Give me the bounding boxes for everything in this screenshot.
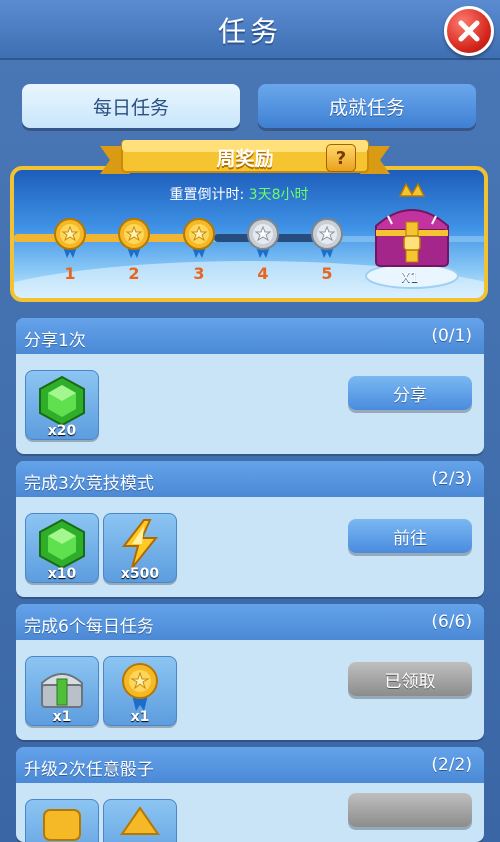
task-card: 升级2次任意骰子 (2/2)	[16, 747, 484, 842]
milestone-5[interactable]: 5	[310, 218, 344, 283]
milestone-2[interactable]: 2	[117, 218, 151, 283]
task-name: 分享1次	[24, 331, 86, 351]
task-name: 完成3次竞技模式	[24, 474, 154, 494]
task-card: 分享1次 (0/1) x20 分享	[16, 318, 484, 454]
milestone-label: 5	[321, 264, 333, 283]
task-name: 完成6个每日任务	[24, 617, 154, 637]
task-progress: (2/3)	[431, 469, 472, 489]
milestone-3[interactable]: 3	[182, 218, 216, 283]
task-body	[16, 783, 484, 842]
share-button[interactable]: 分享	[348, 376, 472, 410]
tab-daily-tasks[interactable]: 每日任务	[22, 84, 240, 128]
task-action-button[interactable]	[348, 793, 472, 827]
task-body: x1 x1 已领取	[16, 640, 484, 740]
reward-item: x500	[103, 513, 177, 583]
task-progress: (2/2)	[431, 755, 472, 775]
reward-item	[103, 799, 177, 842]
milestone-label: 1	[64, 264, 76, 283]
tab-bar: 每日任务 成就任务	[22, 84, 478, 130]
task-panel: 任务 每日任务 成就任务 周奖励 ? 重置倒计时: 3天8小时 1 2 3 4 …	[0, 0, 500, 842]
reward-item	[25, 799, 99, 842]
reward-quantity: x1	[130, 709, 150, 725]
panel-title: 任务	[217, 15, 282, 48]
weekly-reward-banner: 周奖励 ?	[100, 140, 390, 184]
tab-achievement-tasks[interactable]: 成就任务	[258, 84, 476, 128]
green-gem-icon	[39, 518, 85, 570]
task-progress: (0/1)	[431, 326, 472, 346]
silver-chest-icon	[41, 673, 83, 708]
reward-quantity: x1	[52, 709, 72, 725]
countdown-value: 3天8小时	[248, 187, 309, 203]
reward-quantity: x500	[120, 566, 160, 582]
reward-quantity: x20	[47, 423, 77, 439]
task-name: 升级2次任意骰子	[24, 760, 154, 780]
title-bar: 任务	[0, 0, 500, 60]
lightning-icon	[121, 519, 159, 569]
reward-quantity: x10	[47, 566, 77, 582]
task-card: 完成6个每日任务 (6/6) x1 x1 已领取	[16, 604, 484, 740]
go-button[interactable]: 前往	[348, 519, 472, 553]
gold-item-icon	[43, 809, 81, 841]
task-body: x20 分享	[16, 354, 484, 454]
gold-item-icon	[120, 806, 160, 835]
gold-medal-icon	[54, 218, 86, 258]
silver-medal-icon	[311, 218, 343, 258]
reward-item: x1	[25, 656, 99, 726]
help-button[interactable]: ?	[326, 144, 356, 172]
green-gem-icon	[39, 375, 85, 427]
close-icon	[458, 20, 480, 42]
milestone-4[interactable]: 4	[246, 218, 280, 283]
gold-medal-icon	[122, 663, 158, 711]
reward-item: x10	[25, 513, 99, 583]
chest-quantity: X1	[401, 271, 419, 286]
silver-medal-icon	[247, 218, 279, 258]
gold-medal-icon	[118, 218, 150, 258]
task-header: 完成3次竞技模式 (2/3)	[16, 461, 484, 497]
reward-item: x1	[103, 656, 177, 726]
claimed-button[interactable]: 已领取	[348, 662, 472, 696]
task-header: 完成6个每日任务 (6/6)	[16, 604, 484, 640]
reward-item: x20	[25, 370, 99, 440]
task-body: x10 x500 前往	[16, 497, 484, 597]
countdown-label: 重置倒计时:	[169, 187, 245, 203]
task-card: 完成3次竞技模式 (2/3) x10 x500 前往	[16, 461, 484, 597]
milestone-label: 2	[128, 264, 140, 283]
milestone-1[interactable]: 1	[53, 218, 87, 283]
task-header: 升级2次任意骰子 (2/2)	[16, 747, 484, 783]
milestone-label: 4	[257, 264, 269, 283]
milestone-label: 3	[193, 264, 205, 283]
task-progress: (6/6)	[431, 612, 472, 632]
task-header: 分享1次 (0/1)	[16, 318, 484, 354]
close-button[interactable]	[444, 6, 494, 56]
gold-medal-icon	[183, 218, 215, 258]
